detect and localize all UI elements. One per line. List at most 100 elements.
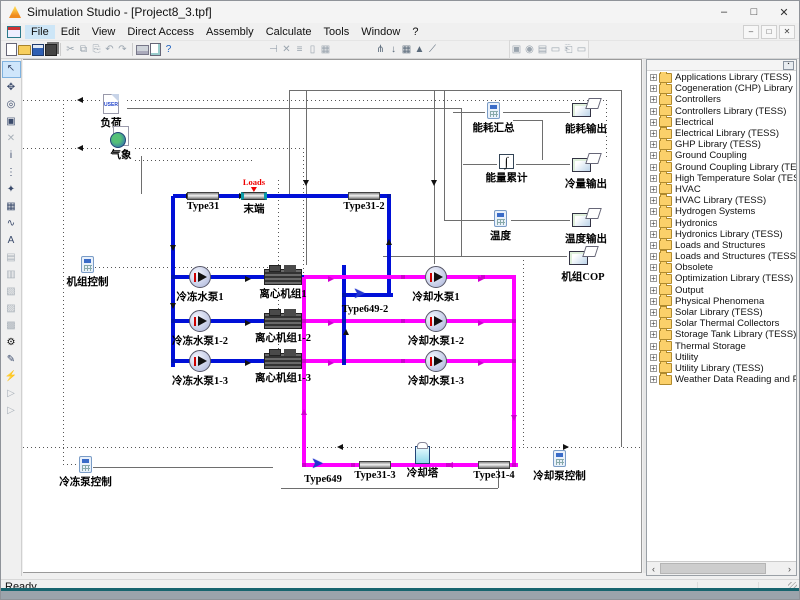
spline-tool-icon[interactable]: ∿ xyxy=(3,216,20,231)
component-type649-2[interactable]: Type649-2 xyxy=(353,287,377,303)
component-energy-out[interactable]: 能耗输出 xyxy=(572,98,600,120)
component-chw-pump-1-3[interactable]: 冷冻水泵1-3 xyxy=(189,350,211,372)
palette-item-utility[interactable]: +Utility xyxy=(650,352,796,363)
preview-icon[interactable] xyxy=(149,42,162,57)
palette-item-loads-and-structures-tess[interactable]: +Loads and Structures (TESS) xyxy=(650,251,796,262)
expand-icon[interactable]: + xyxy=(650,354,657,361)
pan-tool-icon[interactable]: ✥ xyxy=(3,80,20,95)
expand-icon[interactable]: + xyxy=(650,287,657,294)
component-cw-pump-ctrl[interactable]: 冷却泵控制 xyxy=(553,450,566,467)
palette-item-solar-thermal-collectors[interactable]: +Solar Thermal Collectors xyxy=(650,318,796,329)
settings-tool-icon[interactable]: ⚙ xyxy=(3,335,20,350)
panel-hscrollbar[interactable]: ‹ › xyxy=(647,561,796,575)
pipe-cooling-water[interactable] xyxy=(512,277,516,465)
menu-[interactable]: ? xyxy=(406,25,424,39)
palette-item-applications-library-tess[interactable]: +Applications Library (TESS) xyxy=(650,72,796,83)
pipe-cooling-water[interactable] xyxy=(304,359,516,363)
open-icon[interactable] xyxy=(18,42,31,57)
scroll-thumb[interactable] xyxy=(660,563,766,574)
arrange-icon[interactable]: ▦ xyxy=(319,42,332,57)
palette-item-hydrogen-systems[interactable]: +Hydrogen Systems xyxy=(650,206,796,217)
palette-item-cogeneration-chp-library-tess[interactable]: +Cogeneration (CHP) Library (TESS) xyxy=(650,83,796,94)
expand-icon[interactable]: + xyxy=(650,141,657,148)
mdi-close-button[interactable]: ✕ xyxy=(779,25,795,39)
fit-width-icon[interactable]: ⊣ xyxy=(267,42,280,57)
expand-icon[interactable]: + xyxy=(650,376,657,383)
expand-icon[interactable]: + xyxy=(650,108,657,115)
view-6-icon[interactable]: ▭ xyxy=(575,42,588,57)
link-tool-icon[interactable]: ⋮ xyxy=(3,165,20,180)
window-4-tool-icon[interactable]: ▨ xyxy=(3,301,20,316)
palette-item-ghp-library-tess[interactable]: +GHP Library (TESS) xyxy=(650,139,796,150)
palette-item-hvac-library-tess[interactable]: +HVAC Library (TESS) xyxy=(650,195,796,206)
component-cw-pump-1-3[interactable]: 冷却水泵1-3 xyxy=(425,350,447,372)
expand-icon[interactable]: + xyxy=(650,253,657,260)
fit-height-icon[interactable]: ✕ xyxy=(280,42,293,57)
expand-icon[interactable]: + xyxy=(650,275,657,282)
cut-icon[interactable]: ✂ xyxy=(64,42,77,57)
capture-tool-icon[interactable]: ▣ xyxy=(3,114,20,129)
paste-icon[interactable]: ⎘ xyxy=(90,42,103,57)
select-tool-icon[interactable]: ↖ xyxy=(2,61,21,78)
minimize-button[interactable]: – xyxy=(709,1,739,23)
expand-icon[interactable]: + xyxy=(650,119,657,126)
mdi-minimize-button[interactable]: – xyxy=(743,25,759,39)
component-cooling-tower[interactable]: 冷却塔 xyxy=(415,446,430,464)
print-icon[interactable] xyxy=(136,42,149,57)
expand-icon[interactable]: + xyxy=(650,186,657,193)
expand-icon[interactable]: + xyxy=(650,264,657,271)
zoom-tool-icon[interactable]: ◎ xyxy=(3,97,20,112)
palette-item-electrical-library-tess[interactable]: +Electrical Library (TESS) xyxy=(650,128,796,139)
scroll-left-icon[interactable]: ‹ xyxy=(647,564,660,574)
expand-icon[interactable]: + xyxy=(650,242,657,249)
palette-item-ground-coupling-library-tess[interactable]: +Ground Coupling Library (TESS) xyxy=(650,162,796,173)
palette-item-ground-coupling[interactable]: +Ground Coupling xyxy=(650,150,796,161)
component-temp-out[interactable]: 温度输出 xyxy=(572,208,600,230)
menu-direct-access[interactable]: Direct Access xyxy=(121,25,200,39)
component-energy-acc[interactable]: ∫能量累计 xyxy=(499,154,514,169)
window-2-tool-icon[interactable]: ▥ xyxy=(3,267,20,282)
expand-icon[interactable]: + xyxy=(650,85,657,92)
new-icon[interactable] xyxy=(5,42,18,57)
maximize-button[interactable]: □ xyxy=(739,1,769,23)
component-unit-ctrl[interactable]: 机组控制 xyxy=(81,256,94,273)
parameter-tool-icon[interactable]: ✦ xyxy=(3,182,20,197)
menu-file[interactable]: File xyxy=(25,25,55,39)
pipe-chilled-water[interactable] xyxy=(342,265,346,365)
component-type31-2[interactable]: Type31-2 xyxy=(348,192,380,200)
menu-calculate[interactable]: Calculate xyxy=(260,25,318,39)
expand-icon[interactable]: + xyxy=(650,298,657,305)
expand-icon[interactable]: + xyxy=(650,365,657,372)
anchor-icon[interactable]: ▲ xyxy=(413,42,426,57)
expand-icon[interactable]: + xyxy=(650,331,657,338)
expand-icon[interactable]: + xyxy=(650,96,657,103)
component-chiller-1[interactable]: 离心机组1 xyxy=(264,269,302,285)
expand-icon[interactable]: + xyxy=(650,220,657,227)
view-3-icon[interactable]: ▤ xyxy=(536,42,549,57)
expand-icon[interactable]: + xyxy=(650,130,657,137)
cascade-icon[interactable]: ≡ xyxy=(293,42,306,57)
palette-item-high-temperature-solar-tess[interactable]: +High Temperature Solar (TESS) xyxy=(650,173,796,184)
component-temp-calc[interactable]: 温度 xyxy=(494,210,507,227)
component-type649[interactable]: Type649 xyxy=(311,457,335,473)
palette-item-hvac[interactable]: +HVAC xyxy=(650,184,796,195)
drop-icon[interactable]: ↓ xyxy=(387,42,400,57)
expand-icon[interactable]: + xyxy=(650,320,657,327)
palette-item-controllers[interactable]: +Controllers xyxy=(650,94,796,105)
view-2-icon[interactable]: ◉ xyxy=(523,42,536,57)
component-cooling-out[interactable]: 冷量输出 xyxy=(572,153,600,175)
text-tool-icon[interactable]: A xyxy=(3,233,20,248)
expand-icon[interactable]: + xyxy=(650,343,657,350)
palette-item-storage-tank-library-tess[interactable]: +Storage Tank Library (TESS) xyxy=(650,329,796,340)
palette-item-electrical[interactable]: +Electrical xyxy=(650,117,796,128)
palette-item-controllers-library-tess[interactable]: +Controllers Library (TESS) xyxy=(650,106,796,117)
palette-item-loads-and-structures[interactable]: +Loads and Structures xyxy=(650,240,796,251)
menu-view[interactable]: View xyxy=(86,25,122,39)
component-cw-pump-1[interactable]: 冷却水泵1 xyxy=(425,266,447,288)
grid-icon[interactable]: ▦ xyxy=(400,42,413,57)
save-all-icon[interactable] xyxy=(44,42,57,57)
menu-window[interactable]: Window xyxy=(355,25,406,39)
redo-icon[interactable]: ↷ xyxy=(116,42,129,57)
export-2-tool-icon[interactable]: ▷ xyxy=(3,403,20,418)
palette-item-physical-phenomena[interactable]: +Physical Phenomena xyxy=(650,296,796,307)
